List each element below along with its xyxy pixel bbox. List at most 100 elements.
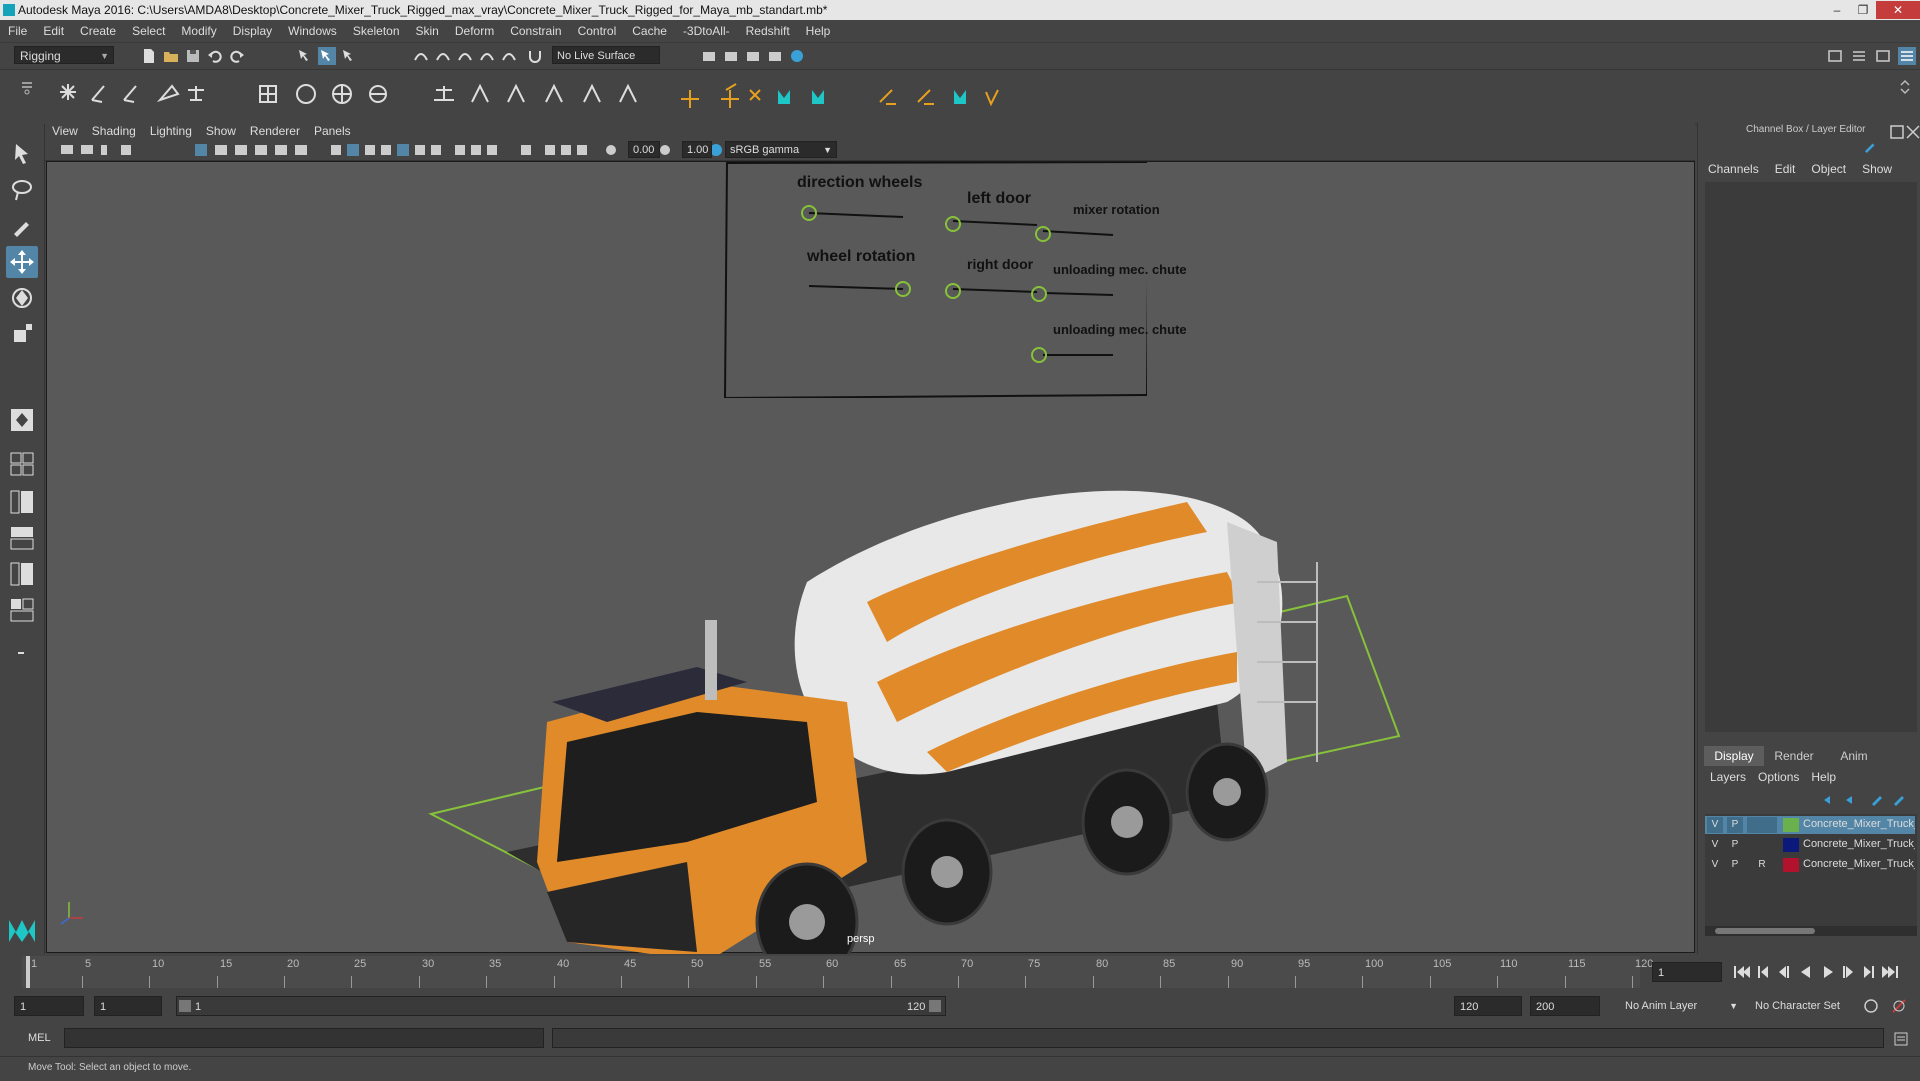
menu-edit[interactable]: Edit: [35, 20, 72, 42]
four-view-layout-icon[interactable]: [6, 448, 38, 480]
redo-icon[interactable]: [228, 47, 246, 65]
menu-3dtoall[interactable]: -3DtoAll-: [675, 20, 738, 42]
edit-menu[interactable]: Edit: [1767, 160, 1804, 178]
select-hierarchy-icon[interactable]: [296, 47, 314, 65]
menu-create[interactable]: Create: [72, 20, 124, 42]
minimize-button[interactable]: –: [1824, 1, 1850, 19]
view-transform-dropdown[interactable]: sRGB gamma ▼: [725, 141, 837, 158]
end-time-field[interactable]: 200: [1530, 996, 1600, 1016]
help-menu[interactable]: Help: [1805, 768, 1842, 786]
gamma-icon[interactable]: [660, 145, 670, 155]
point-constraint-icon[interactable]: [471, 83, 489, 103]
character-set-dropdown[interactable]: No Character Set: [1750, 996, 1866, 1016]
step-forward-key-icon[interactable]: [1864, 966, 1874, 978]
playback-end-field[interactable]: 120: [1454, 996, 1522, 1016]
check-icon[interactable]: [985, 89, 999, 107]
mirror-joint-icon[interactable]: [156, 84, 180, 103]
layer-row[interactable]: V P R Concrete_Mixer_Truck_: [1705, 856, 1915, 874]
close-panel-icon[interactable]: [1904, 123, 1920, 139]
anti-aliasing-icon[interactable]: [471, 145, 481, 155]
layer-name[interactable]: Concrete_Mixer_Truck_: [1803, 838, 1915, 850]
maya-shelf-logo-icon-2[interactable]: [954, 90, 966, 104]
wireframe-icon[interactable]: [331, 145, 341, 155]
menu-deform[interactable]: Deform: [447, 20, 502, 42]
step-back-frame-icon[interactable]: [1779, 966, 1789, 978]
snap-curve-icon[interactable]: [434, 47, 452, 65]
save-scene-icon[interactable]: [184, 47, 202, 65]
new-layer-selected-icon[interactable]: [1894, 796, 1904, 806]
motion-blur-icon[interactable]: [455, 145, 465, 155]
channels-menu[interactable]: Channels: [1700, 160, 1767, 178]
move-layer-down-icon[interactable]: [1846, 796, 1852, 804]
rotate-tool-icon[interactable]: [6, 282, 38, 314]
smooth-shade-icon[interactable]: [347, 144, 359, 156]
screen-space-ao-icon[interactable]: [431, 145, 441, 155]
animation-preferences-icon[interactable]: [1890, 997, 1908, 1015]
gate-mask-icon[interactable]: [255, 145, 267, 155]
timeline-track[interactable]: 1 5 10 15 20 25 30 35 40 45 50 55 60 65 70 75 80 85 90 95 10…: [22, 956, 1653, 988]
bind-skin-icon[interactable]: [259, 85, 277, 103]
tab-render[interactable]: Render: [1764, 746, 1824, 766]
textured-icon[interactable]: [381, 145, 391, 155]
layer-row[interactable]: V P Concrete_Mixer_Truck_: [1705, 836, 1915, 854]
auto-key-icon[interactable]: [1862, 997, 1880, 1015]
layer-list-scrollbar[interactable]: [1705, 926, 1917, 936]
layer-visibility-toggle[interactable]: V: [1707, 837, 1723, 853]
menu-select[interactable]: Select: [124, 20, 173, 42]
xray-joints-icon[interactable]: [561, 145, 571, 155]
menu-file[interactable]: File: [0, 20, 35, 42]
scrollbar-thumb[interactable]: [1715, 928, 1815, 934]
move-layer-up-icon[interactable]: [1824, 796, 1830, 804]
wireframe-on-shaded-icon[interactable]: [365, 145, 375, 155]
layer-display-type-toggle[interactable]: [1747, 837, 1777, 853]
layer-playback-toggle[interactable]: P: [1727, 817, 1743, 833]
truck-model[interactable]: [47, 162, 1696, 954]
range-end-handle[interactable]: [929, 1000, 941, 1012]
menu-skin[interactable]: Skin: [408, 20, 447, 42]
layer-visibility-toggle[interactable]: V: [1707, 857, 1723, 873]
snap-view-icon[interactable]: [478, 47, 496, 65]
layer-name[interactable]: Concrete_Mixer_Truck_: [1803, 858, 1915, 870]
menu-modify[interactable]: Modify: [173, 20, 224, 42]
float-panel-icon[interactable]: [1888, 123, 1904, 139]
panel-menu-renderer[interactable]: Renderer: [243, 122, 307, 140]
modeling-toolkit-icon[interactable]: [1826, 47, 1844, 65]
play-backwards-icon[interactable]: [1801, 966, 1810, 978]
layer-color-swatch[interactable]: [1783, 858, 1799, 872]
channel-box-toggle-icon[interactable]: [1898, 47, 1916, 65]
command-input[interactable]: [64, 1028, 544, 1048]
live-surface-magnet-icon[interactable]: [526, 47, 544, 65]
render-settings-icon[interactable]: [700, 47, 718, 65]
play-forwards-icon[interactable]: [1824, 966, 1833, 978]
attribute-editor-icon[interactable]: [1850, 47, 1868, 65]
snap-grid-icon[interactable]: [412, 47, 430, 65]
menu-skeleton[interactable]: Skeleton: [345, 20, 408, 42]
locator-icon[interactable]: [681, 90, 699, 108]
move-tool-icon[interactable]: [6, 246, 38, 278]
layer-display-type-toggle[interactable]: R: [1747, 857, 1777, 873]
select-camera-icon[interactable]: [61, 145, 73, 154]
image-plane-icon[interactable]: [121, 145, 131, 155]
layer-playback-toggle[interactable]: P: [1727, 857, 1743, 873]
parent-constraint-icon[interactable]: [434, 86, 454, 101]
paint-weights-icon[interactable]: [332, 84, 352, 104]
camera-attributes-icon[interactable]: [81, 145, 93, 154]
bookmarks-icon[interactable]: [101, 145, 107, 155]
ik-spline-icon[interactable]: [123, 85, 137, 103]
xray-icon[interactable]: [545, 145, 555, 155]
panel-menu-shading[interactable]: Shading: [85, 122, 143, 140]
menu-display[interactable]: Display: [225, 20, 280, 42]
paint-select-icon[interactable]: [879, 89, 896, 105]
xray-components-icon[interactable]: [577, 145, 587, 155]
panel-menu-panels[interactable]: Panels: [307, 122, 358, 140]
interactive-bind-icon[interactable]: [369, 85, 387, 103]
joint-tool-icon[interactable]: [60, 84, 76, 100]
menu-control[interactable]: Control: [570, 20, 625, 42]
layer-row[interactable]: V P Concrete_Mixer_Truck_: [1705, 816, 1915, 834]
shelf-options-icon[interactable]: [18, 78, 36, 96]
field-chart-icon[interactable]: [275, 145, 287, 155]
current-time-indicator[interactable]: [26, 956, 30, 988]
panel-menu-view[interactable]: View: [45, 122, 85, 140]
step-forward-frame-icon[interactable]: [1843, 966, 1853, 978]
menu-help[interactable]: Help: [798, 20, 839, 42]
